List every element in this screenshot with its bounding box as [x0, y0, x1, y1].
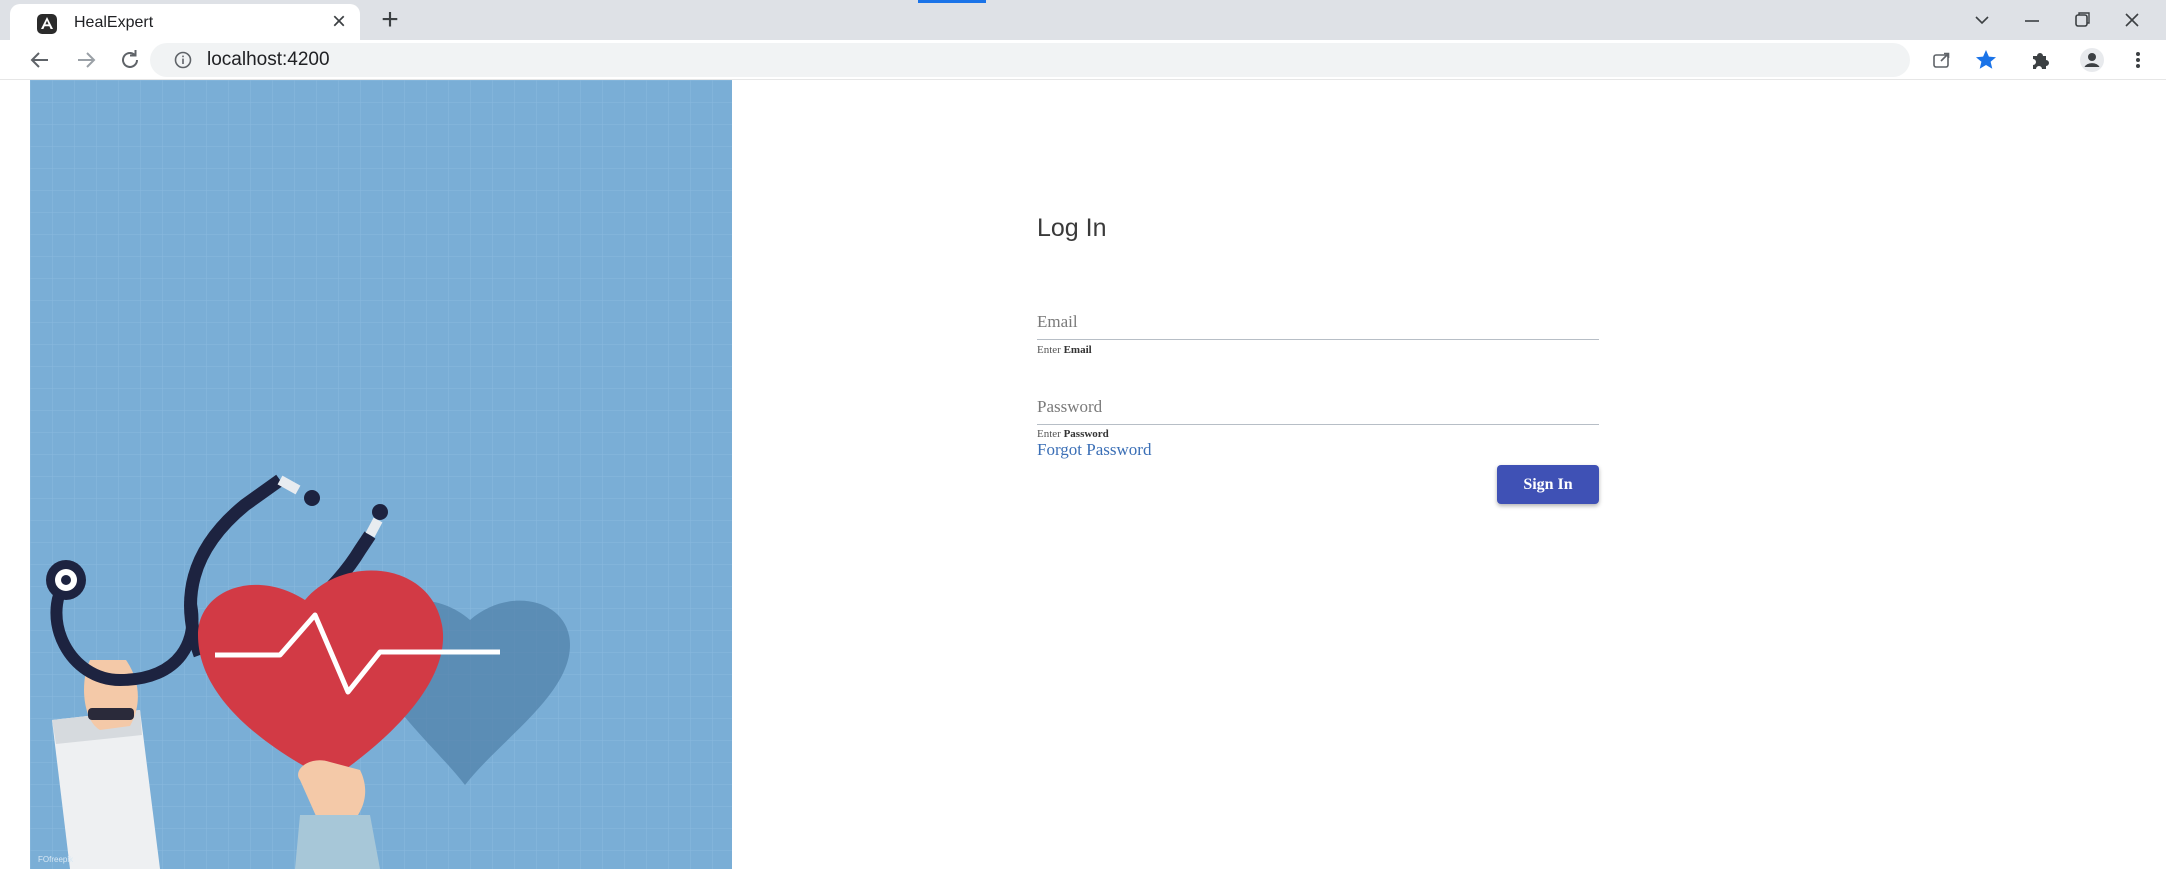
tab-close-icon[interactable]: × [326, 9, 352, 35]
back-arrow-icon[interactable] [24, 44, 56, 76]
login-title: Log In [1037, 214, 1107, 242]
page-content: FOfreepik Log In Enter Email Enter Passw… [0, 80, 2166, 869]
angular-favicon-icon [36, 13, 58, 35]
stethoscope-heart-illustration: FOfreepik [30, 80, 732, 869]
password-hint-bold: Password [1063, 428, 1109, 440]
url-text: localhost:4200 [207, 49, 330, 70]
tab-title: HealExpert [74, 14, 154, 31]
minimize-icon[interactable] [2012, 6, 2052, 34]
hero-illustration-panel: FOfreepik [30, 80, 732, 869]
browser-toolbar: localhost:4200 [0, 40, 2166, 80]
forgot-password-link[interactable]: Forgot Password [1037, 440, 1151, 460]
browser-tab[interactable]: HealExpert × [10, 4, 360, 40]
svg-text:FOfreepik: FOfreepik [38, 855, 74, 864]
sign-in-button[interactable]: Sign In [1497, 465, 1599, 504]
new-tab-icon[interactable]: + [375, 5, 405, 36]
profile-avatar-icon[interactable] [2078, 46, 2106, 74]
email-hint-bold: Email [1063, 344, 1092, 356]
share-icon[interactable] [1928, 46, 1956, 74]
email-input[interactable] [1037, 305, 1599, 340]
close-window-icon[interactable] [2112, 6, 2152, 34]
email-field-wrapper [1037, 305, 1599, 341]
site-info-icon[interactable] [174, 51, 192, 69]
forward-arrow-icon[interactable] [70, 44, 102, 76]
email-hint: Enter Email [1037, 344, 1092, 356]
password-hint-prefix: Enter [1037, 428, 1061, 440]
restore-icon[interactable] [2062, 6, 2102, 34]
tab-strip-accent [918, 0, 986, 3]
password-input[interactable] [1037, 390, 1599, 425]
chrome-menu-icon[interactable] [2124, 46, 2152, 74]
extensions-puzzle-icon[interactable] [2026, 46, 2054, 74]
browser-tab-bar: HealExpert × + [0, 0, 2166, 40]
reload-icon[interactable] [114, 44, 146, 76]
email-hint-prefix: Enter [1037, 344, 1061, 356]
tab-search-chevron-icon[interactable] [1962, 6, 2002, 34]
password-field-wrapper [1037, 390, 1599, 426]
password-hint: Enter Password [1037, 428, 1109, 440]
address-bar[interactable]: localhost:4200 [150, 43, 1996, 77]
bookmark-star-icon[interactable] [1972, 46, 2000, 74]
